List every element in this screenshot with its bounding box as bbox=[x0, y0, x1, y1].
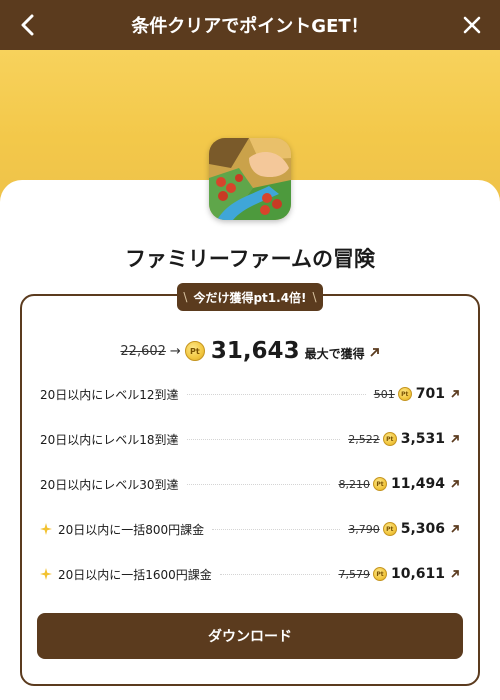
dotted-leader bbox=[186, 438, 341, 440]
condition-row[interactable]: 20日以内にレベル30到達 8,210 Pt 11,494 bbox=[40, 472, 460, 496]
download-button-label: ダウンロード bbox=[208, 629, 292, 645]
max-points-old: 22,602 bbox=[120, 343, 166, 359]
header-bar: 条件クリアでポイントGET！ bbox=[0, 0, 500, 50]
condition-label: 20日以内に一括1600円課金 bbox=[58, 567, 212, 582]
app-title: ファミリーファームの冒険 bbox=[124, 247, 376, 271]
condition-old-points: 8,210 bbox=[338, 477, 370, 491]
external-link-icon[interactable] bbox=[369, 347, 380, 358]
condition-old-points: 501 bbox=[373, 387, 395, 401]
condition-label: 20日以内に一括800円課金 bbox=[58, 522, 205, 537]
condition-label: 20日以内にレベル30到達 bbox=[40, 477, 179, 492]
condition-old-points: 2,522 bbox=[348, 432, 380, 446]
back-arrow-icon[interactable] bbox=[14, 11, 42, 39]
dotted-leader bbox=[219, 573, 331, 575]
external-link-icon[interactable] bbox=[450, 569, 460, 579]
pt-coin-icon: Pt bbox=[372, 567, 387, 581]
condition-label: 20日以内にレベル12到達 bbox=[40, 387, 179, 402]
close-icon[interactable] bbox=[458, 11, 486, 39]
pt-coin-icon: Pt bbox=[184, 341, 205, 361]
ribbon-slash-left: \ bbox=[183, 290, 188, 304]
condition-row[interactable]: 20日以内に一括1600円課金 7,579 Pt 10,611 bbox=[40, 562, 460, 586]
pt-coin-icon: Pt bbox=[382, 522, 397, 536]
condition-row[interactable]: 20日以内にレベル18到達 2,522 Pt 3,531 bbox=[40, 427, 460, 451]
promo-ribbon-label: 今だけ獲得pt1.4倍! bbox=[193, 290, 307, 305]
max-points-value: 31,643 bbox=[210, 338, 300, 364]
external-link-icon[interactable] bbox=[450, 479, 460, 489]
download-button[interactable]: ダウンロード bbox=[37, 613, 463, 659]
external-link-icon[interactable] bbox=[450, 524, 460, 534]
condition-new-points: 3,531 bbox=[400, 431, 445, 447]
condition-row[interactable]: 20日以内にレベル12到達 501 Pt 701 bbox=[40, 382, 460, 406]
condition-new-points: 10,611 bbox=[390, 566, 445, 582]
dotted-leader bbox=[186, 393, 366, 395]
condition-new-points: 5,306 bbox=[400, 521, 445, 537]
condition-new-points: 701 bbox=[415, 386, 445, 402]
sparkle-star-icon bbox=[40, 568, 54, 580]
ribbon-slash-right: \ bbox=[312, 290, 317, 304]
max-points-suffix: 最大で獲得 bbox=[304, 347, 365, 361]
pt-coin-icon: Pt bbox=[372, 477, 387, 491]
condition-label: 20日以内にレベル18到達 bbox=[40, 432, 179, 447]
dotted-leader bbox=[212, 528, 341, 530]
pt-coin-icon: Pt bbox=[382, 432, 397, 446]
right-arrow-icon: → bbox=[169, 343, 181, 359]
app-icon bbox=[209, 138, 291, 220]
pt-coin-icon: Pt bbox=[397, 387, 412, 401]
condition-new-points: 11,494 bbox=[390, 476, 445, 492]
sparkle-star-icon bbox=[40, 523, 54, 535]
promo-ribbon: \ 今だけ獲得pt1.4倍! \ bbox=[177, 283, 323, 311]
max-points-row: 22,602 → Pt 31,643 最大で獲得 bbox=[20, 334, 480, 368]
condition-old-points: 7,579 bbox=[338, 567, 370, 581]
dotted-leader bbox=[186, 483, 331, 485]
external-link-icon[interactable] bbox=[450, 389, 460, 399]
condition-row[interactable]: 20日以内に一括800円課金 3,790 Pt 5,306 bbox=[40, 517, 460, 541]
header-title: 条件クリアでポイントGET！ bbox=[131, 16, 369, 37]
external-link-icon[interactable] bbox=[450, 434, 460, 444]
condition-old-points: 3,790 bbox=[348, 522, 380, 536]
